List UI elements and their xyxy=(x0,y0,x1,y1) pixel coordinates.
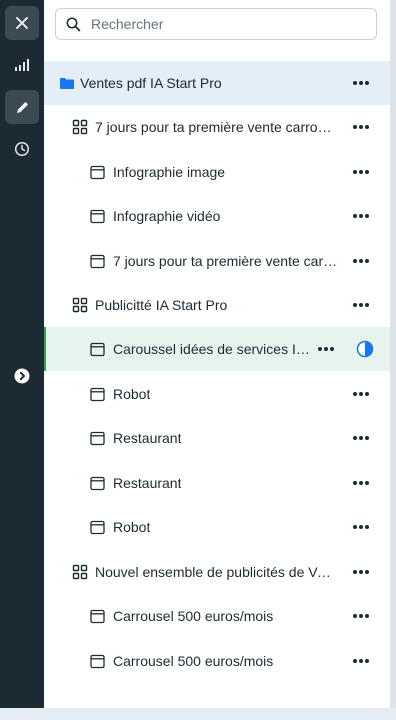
tree-row-ad[interactable]: Carrousel 500 euros/mois xyxy=(44,639,390,683)
tree-row-label: 7 jours pour ta première vente carrousel xyxy=(95,119,335,135)
tree-row-ad[interactable]: Restaurant xyxy=(44,416,390,460)
ad-frame-icon xyxy=(88,385,106,403)
tree-row-ad[interactable]: Infographie image xyxy=(44,150,390,194)
tree-row-ad[interactable]: Restaurant xyxy=(44,461,390,505)
tree-row-label: Carrousel 500 euros/mois xyxy=(113,608,274,624)
expand-button[interactable] xyxy=(5,359,39,393)
more-options-icon[interactable] xyxy=(350,428,372,448)
ad-frame-icon xyxy=(88,163,106,181)
ad-frame-icon xyxy=(88,652,106,670)
tree-row-ad[interactable]: Robot xyxy=(44,505,390,549)
chevron-right-icon xyxy=(14,368,30,384)
tree-row-ad[interactable]: 7 jours pour ta première vente carrousel xyxy=(44,239,390,283)
more-options-icon[interactable] xyxy=(350,251,372,271)
tree-row-label: Ventes pdf IA Start Pro xyxy=(80,75,222,91)
more-options-icon[interactable] xyxy=(350,295,372,315)
search-input[interactable] xyxy=(89,15,353,33)
more-options-icon[interactable] xyxy=(350,651,372,671)
more-options-icon[interactable] xyxy=(350,206,372,226)
ad-set-grid-icon xyxy=(71,563,89,581)
clock-icon xyxy=(14,141,30,157)
more-options-icon[interactable] xyxy=(350,73,372,93)
tree-row-label: Restaurant xyxy=(113,475,182,491)
tree-row-adset[interactable]: 7 jours pour ta première vente carrousel xyxy=(44,105,390,149)
tree-row-label: Robot xyxy=(113,519,151,535)
more-options-icon[interactable] xyxy=(350,473,372,493)
tree-row-label: Nouvel ensemble de publicités de Ventes xyxy=(95,564,335,580)
ad-frame-icon xyxy=(88,340,106,358)
right-edge xyxy=(390,0,396,720)
half-circle-icon[interactable] xyxy=(356,340,374,363)
pencil-icon xyxy=(16,101,28,113)
more-options-icon[interactable] xyxy=(350,384,372,404)
tree-row-ad[interactable]: Carrousel 500 euros/mois xyxy=(44,594,390,638)
tree-row-ad[interactable]: Infographie vidéo xyxy=(44,194,390,238)
bar-chart-icon xyxy=(15,59,29,71)
ad-frame-icon xyxy=(88,429,106,447)
edit-button[interactable] xyxy=(5,90,39,124)
tree-row-label: Restaurant xyxy=(113,430,182,446)
ad-frame-icon xyxy=(88,207,106,225)
ad-frame-icon xyxy=(88,252,106,270)
tree-row-label: Infographie image xyxy=(113,164,226,180)
close-button[interactable] xyxy=(5,6,39,40)
campaign-tree-panel: Ventes pdf IA Start Pro 7 jours pour ta … xyxy=(44,0,390,708)
tree-row-label: Carrousel 500 euros/mois xyxy=(113,653,274,669)
left-toolbar xyxy=(0,0,44,708)
tree-row-adset[interactable]: Nouvel ensemble de publicités de Ventes xyxy=(44,550,390,594)
search-icon xyxy=(66,17,81,31)
tree-row-campaign[interactable]: Ventes pdf IA Start Pro xyxy=(44,61,390,105)
tree-row-ad[interactable]: Robot xyxy=(44,372,390,416)
more-options-icon[interactable] xyxy=(350,117,372,137)
tree-row-label: Infographie vidéo xyxy=(113,208,221,224)
more-options-icon[interactable] xyxy=(350,517,372,537)
more-options-icon[interactable] xyxy=(350,606,372,626)
overview-button[interactable] xyxy=(5,48,39,82)
ad-set-grid-icon xyxy=(71,296,89,314)
search-box[interactable] xyxy=(55,8,377,40)
ad-frame-icon xyxy=(88,518,106,536)
ad-set-grid-icon xyxy=(71,118,89,136)
tree-row-adset[interactable]: Publicitté IA Start Pro xyxy=(44,283,390,327)
tree-row-label: 7 jours pour ta première vente carrousel xyxy=(113,253,338,269)
close-icon xyxy=(16,17,28,29)
more-options-icon[interactable] xyxy=(350,162,372,182)
tree-row-label: Caroussel idées de services IA Start Pro xyxy=(113,341,311,357)
more-options-icon[interactable] xyxy=(350,562,372,582)
tree-row-ad-selected[interactable]: Caroussel idées de services IA Start Pro xyxy=(44,327,390,371)
folder-icon xyxy=(58,74,76,92)
bottom-edge xyxy=(0,708,396,720)
history-button[interactable] xyxy=(5,132,39,166)
tree-row-label: Robot xyxy=(113,386,151,402)
ad-frame-icon xyxy=(88,474,106,492)
ad-frame-icon xyxy=(88,607,106,625)
tree-row-label: Publicitté IA Start Pro xyxy=(95,297,228,313)
more-options-icon[interactable] xyxy=(315,339,337,359)
